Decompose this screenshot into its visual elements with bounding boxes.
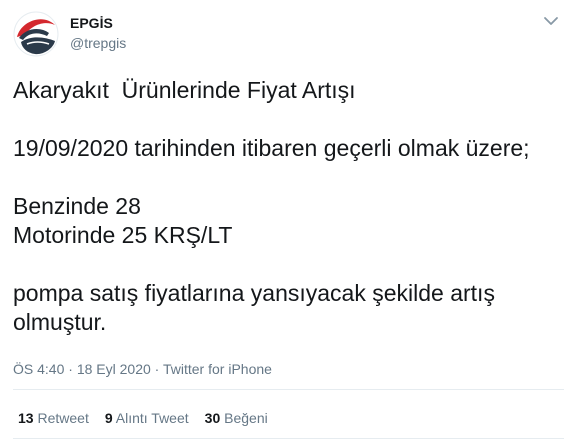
like-count[interactable]: 30 Beğeni (205, 410, 268, 426)
tweet-time[interactable]: ÖS 4:40 (13, 361, 64, 377)
meta-separator: · (150, 361, 163, 377)
tweet-line: 19/09/2020 tarihinden itibaren geçerli o… (13, 135, 530, 161)
tweet-line: olmuştur. (13, 309, 107, 335)
tweet-stats: 13 Retweet 9 Alıntı Tweet 30 Beğeni (18, 409, 284, 427)
tweet-card: EPGİS @trepgis Akaryakıt Ürünlerinde Fiy… (0, 0, 577, 439)
meta-separator: · (64, 361, 77, 377)
tweet-meta: ÖS 4:40 · 18 Eyl 2020 · Twitter for iPho… (13, 360, 272, 378)
epgis-logo-icon (13, 11, 59, 57)
quote-tweet-count[interactable]: 9 Alıntı Tweet (105, 410, 189, 426)
retweet-count[interactable]: 13 Retweet (18, 410, 89, 426)
tweet-source[interactable]: Twitter for iPhone (163, 361, 272, 377)
tweet-text: Akaryakıt Ürünlerinde Fiyat Artışı 19/09… (13, 76, 563, 337)
author-handle[interactable]: @trepgis (70, 34, 126, 52)
tweet-line: pompa satış fiyatlarına yansıyacak şekil… (13, 280, 495, 306)
avatar[interactable] (13, 11, 59, 57)
chevron-down-icon[interactable] (542, 14, 560, 28)
tweet-line: Benzinde 28 (13, 193, 141, 219)
divider (13, 389, 564, 390)
tweet-date[interactable]: 18 Eyl 2020 (77, 361, 151, 377)
tweet-line: Motorinde 25 KRŞ/LT (13, 222, 233, 248)
author-display-name[interactable]: EPGİS (70, 14, 113, 32)
tweet-line: Akaryakıt Ürünlerinde Fiyat Artışı (13, 77, 356, 103)
